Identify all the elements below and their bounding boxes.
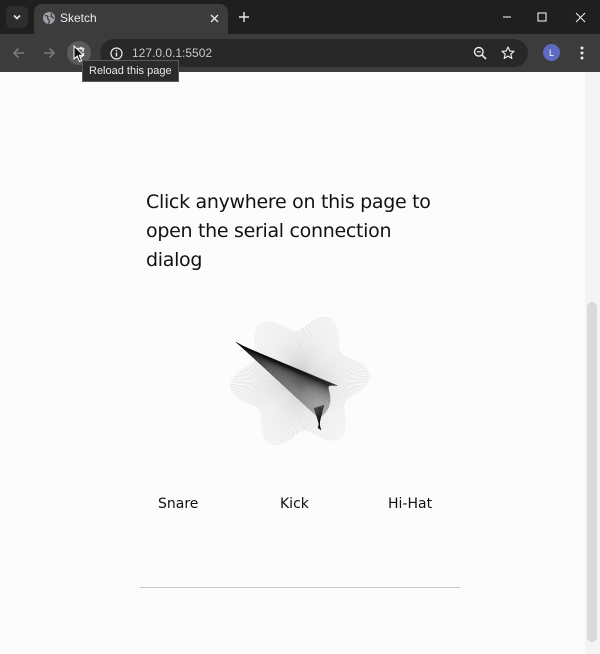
arrow-right-icon bbox=[44, 47, 56, 59]
profile-avatar[interactable]: L bbox=[543, 44, 560, 61]
divider-line bbox=[140, 587, 460, 588]
tab-strip: Sketch bbox=[0, 0, 600, 34]
arrow-left-icon bbox=[12, 47, 24, 59]
plus-icon bbox=[239, 12, 249, 22]
url-text[interactable]: 127.0.0.1:5502 bbox=[132, 46, 212, 60]
tab-close-button[interactable] bbox=[206, 10, 222, 26]
mouse-cursor-icon bbox=[73, 45, 85, 63]
site-info-button[interactable] bbox=[108, 45, 124, 61]
tab-search-button[interactable] bbox=[6, 6, 28, 28]
browser-window: Sketch 127.0.0.1:5502 L Click anywhere o… bbox=[0, 0, 600, 654]
back-button[interactable] bbox=[7, 41, 31, 65]
new-tab-button[interactable] bbox=[234, 7, 254, 27]
pad-label-snare: Snare bbox=[158, 496, 199, 512]
instruction-line-1: Click anywhere on this page to bbox=[146, 191, 431, 213]
globe-icon bbox=[43, 12, 55, 24]
reload-tooltip: Reload this page bbox=[82, 60, 179, 82]
minimize-button[interactable] bbox=[496, 6, 518, 28]
scrollbar-thumb[interactable] bbox=[587, 302, 597, 642]
maximize-icon bbox=[537, 12, 547, 22]
instruction-text: Click anywhere on this page to open the … bbox=[146, 188, 446, 275]
minimize-icon bbox=[503, 16, 511, 18]
maximize-button[interactable] bbox=[531, 6, 553, 28]
more-vert-icon bbox=[580, 46, 584, 60]
close-icon bbox=[210, 14, 218, 22]
instruction-line-2: open the serial connection dialog bbox=[146, 220, 392, 271]
zoom-button[interactable] bbox=[472, 45, 488, 61]
browser-menu-button[interactable] bbox=[573, 43, 591, 63]
close-icon bbox=[575, 12, 585, 22]
zoom-icon bbox=[473, 46, 487, 60]
tab-title: Sketch bbox=[60, 11, 97, 25]
forward-button[interactable] bbox=[37, 41, 61, 65]
chevron-down-icon bbox=[13, 14, 21, 20]
info-icon bbox=[109, 46, 123, 60]
star-icon bbox=[501, 46, 515, 59]
page-scrollbar[interactable] bbox=[585, 72, 600, 654]
tab-sketch[interactable]: Sketch bbox=[34, 4, 228, 34]
page-canvas[interactable]: Click anywhere on this page to open the … bbox=[0, 72, 585, 654]
pad-label-kick: Kick bbox=[280, 496, 309, 512]
pad-label-hihat: Hi-Hat bbox=[388, 496, 433, 512]
sketch-visualization bbox=[230, 316, 370, 446]
bookmark-button[interactable] bbox=[500, 45, 516, 61]
close-window-button[interactable] bbox=[569, 6, 591, 28]
